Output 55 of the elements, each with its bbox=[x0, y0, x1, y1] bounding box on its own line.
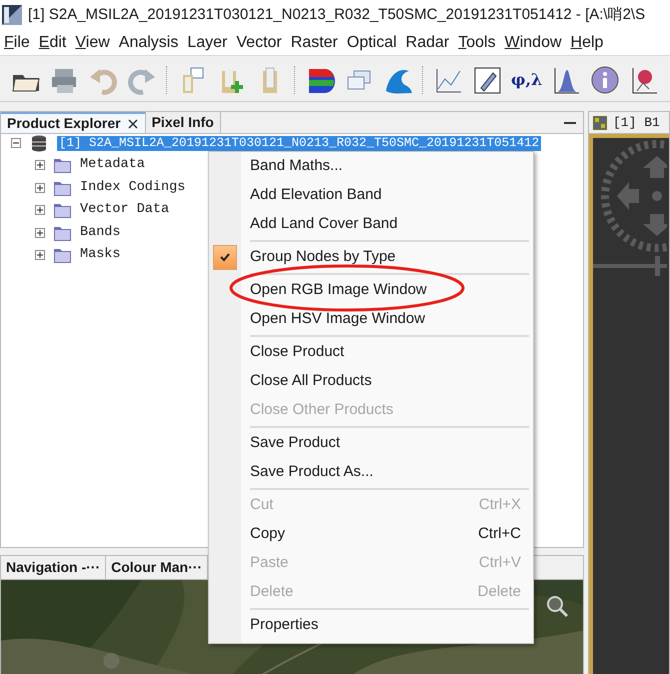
band-image-icon bbox=[593, 116, 607, 130]
expand-icon[interactable] bbox=[35, 250, 45, 260]
tree-node[interactable]: Vector Data bbox=[80, 200, 170, 220]
panel-tab[interactable]: Product Explorer bbox=[1, 112, 146, 133]
menu-item: Paste Ctrl+V bbox=[249, 553, 522, 574]
menu-item: Delete Delete bbox=[249, 582, 522, 602]
database-icon bbox=[31, 134, 47, 152]
info-icon[interactable] bbox=[590, 64, 620, 94]
menu-item[interactable]: Group Nodes by Type bbox=[209, 243, 533, 272]
menu-item: Cut Ctrl+X bbox=[249, 495, 522, 516]
menu-item[interactable]: Open HSV Image Window bbox=[209, 305, 533, 334]
menu-item[interactable]: Save Product As... bbox=[209, 458, 533, 487]
menu-item[interactable]: Properties bbox=[209, 611, 533, 640]
menu-item[interactable]: Open RGB Image Window bbox=[209, 276, 533, 305]
menu-item[interactable]: Help bbox=[570, 30, 604, 54]
menu-item[interactable]: Window bbox=[504, 30, 562, 54]
menu-item[interactable]: Layer bbox=[187, 30, 228, 54]
menu-item[interactable]: Optical bbox=[346, 30, 397, 54]
folder-icon bbox=[53, 246, 72, 264]
close-icon[interactable] bbox=[126, 118, 139, 130]
tree-node[interactable]: Index Codings bbox=[80, 178, 186, 198]
menu-item[interactable]: View bbox=[75, 30, 110, 54]
menu-item[interactable]: Add Land Cover Band bbox=[209, 210, 533, 239]
folder-icon bbox=[53, 156, 72, 174]
tree-node[interactable]: Metadata bbox=[80, 155, 145, 176]
menu-item[interactable]: Edit bbox=[38, 30, 66, 54]
expand-icon[interactable] bbox=[35, 182, 45, 193]
menu-item[interactable]: Close All Products bbox=[209, 367, 533, 396]
folder-icon bbox=[53, 201, 72, 220]
geo-coding-button[interactable]: φ,λ bbox=[511, 68, 542, 92]
menu-item[interactable]: Copy Ctrl+C bbox=[209, 520, 533, 549]
menu-item[interactable]: Tools bbox=[458, 30, 496, 54]
menu-item[interactable]: Add Elevation Band bbox=[209, 181, 533, 210]
menu-item: Close Other Products bbox=[249, 400, 394, 420]
menu-item[interactable]: Raster bbox=[290, 30, 338, 54]
zoom-icon[interactable] bbox=[545, 594, 569, 618]
product-node[interactable]: [1] S2A_MSIL2A_20191231T030121_N0213_R032_T50SMC_20191231T051412 bbox=[57, 136, 542, 150]
tree-node[interactable]: Masks bbox=[80, 245, 121, 266]
expand-icon[interactable] bbox=[35, 160, 45, 170]
menu-item[interactable]: Close Product bbox=[209, 338, 533, 367]
menu-item[interactable]: File bbox=[4, 30, 30, 54]
menu-item[interactable]: Radar bbox=[406, 30, 450, 54]
expand-icon[interactable] bbox=[35, 205, 45, 216]
panel-tab[interactable]: Navigation -··· bbox=[1, 556, 106, 579]
app-icon bbox=[2, 5, 22, 25]
menu-item[interactable]: Analysis bbox=[118, 30, 178, 54]
menu-item[interactable]: Save Product bbox=[209, 429, 533, 458]
expand-icon[interactable] bbox=[35, 228, 45, 238]
window-title: [1] S2A_MSIL2A_20191231T030121_N0213_R032_T50SMC_20191231T051412 - [A:\哨2\S bbox=[28, 4, 646, 25]
pen-icon[interactable] bbox=[472, 64, 502, 94]
panel-tab[interactable]: Pixel Info bbox=[146, 112, 221, 133]
menu-item[interactable]: Vector bbox=[236, 30, 282, 54]
tree-node[interactable]: Bands bbox=[80, 222, 121, 243]
collapse-icon[interactable] bbox=[11, 138, 21, 148]
menu-item[interactable]: Band Maths... bbox=[209, 152, 533, 181]
